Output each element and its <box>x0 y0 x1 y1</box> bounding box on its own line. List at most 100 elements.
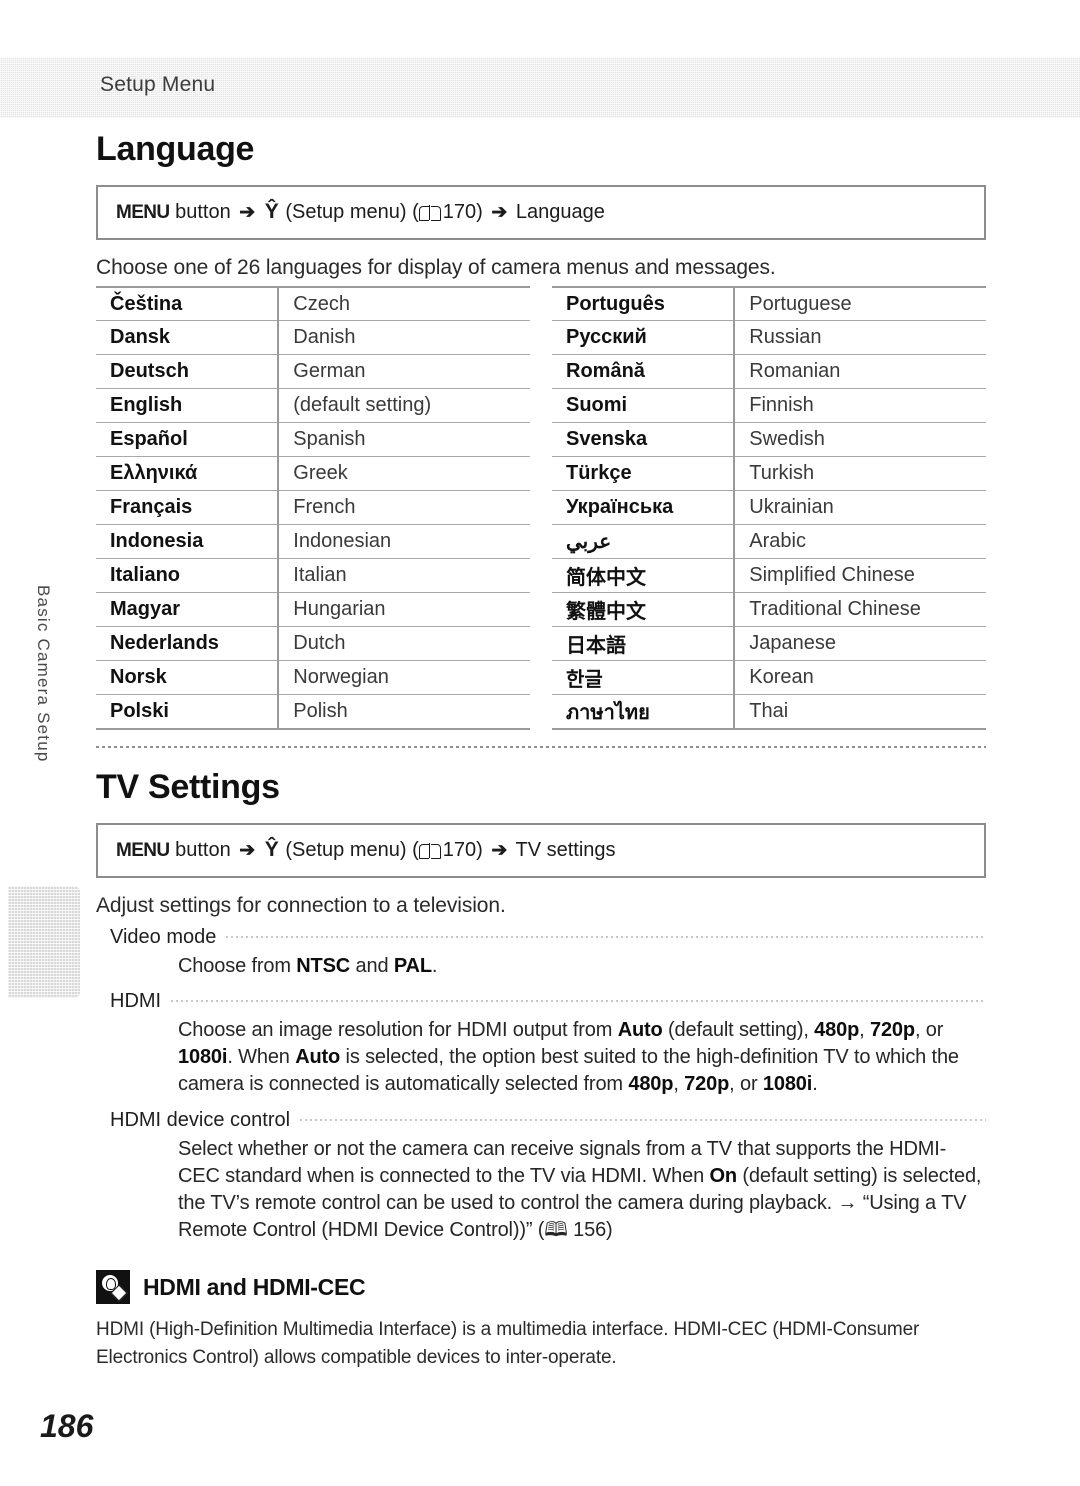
menu-path-tv-settings: MENU button ➔ Ŷ (Setup menu) (170) ➔ TV … <box>96 822 986 878</box>
language-table-right: Português Portuguese Русский Russian Română R… <box>552 285 986 730</box>
tv-setting-label-text: HDMI device control <box>110 1108 291 1131</box>
tv-setting-label: HDMI <box>110 990 986 1013</box>
table-row: Português Portuguese <box>552 286 986 322</box>
table-row: 简体中文 Simplified Chinese <box>552 558 986 594</box>
page-content: Language MENU button ➔ Ŷ (Setup menu) (1… <box>96 130 986 1371</box>
table-row: Українська Ukrainian <box>552 490 986 526</box>
tv-setting-label-text: HDMI <box>110 989 162 1012</box>
language-native-name: Português <box>552 286 736 322</box>
language-english-name: Italian <box>278 558 530 594</box>
language-native-name: English <box>96 388 280 424</box>
chapter-thumb-tab-label: Basic Camera Setup <box>34 585 53 763</box>
language-english-name: Traditional Chinese <box>734 592 986 628</box>
language-native-name: Polski <box>96 694 280 729</box>
language-english-name: Japanese <box>734 626 986 662</box>
language-native-name: 한글 <box>552 660 736 696</box>
language-english-name: Greek <box>278 456 530 492</box>
table-row: عربي Arabic <box>552 524 986 560</box>
table-row: 한글 Korean <box>552 660 986 696</box>
chapter-thumb-tab-marker <box>8 886 80 998</box>
table-row: Polski Polish <box>96 694 530 729</box>
table-row: English (default setting) <box>96 388 530 424</box>
tv-setting-label: Video mode <box>110 926 986 949</box>
language-english-name: Finnish <box>734 388 986 424</box>
table-row: Suomi Finnish <box>552 388 986 424</box>
language-english-name: Czech <box>278 286 530 322</box>
page-title-tv-settings: TV Settings <box>96 767 280 806</box>
language-native-name: Română <box>552 354 736 390</box>
arrow-right-icon-tv-2: ➔ <box>491 839 508 861</box>
page-number: 186 <box>40 1408 94 1444</box>
tv-setting-description: Choose an image resolution for HDMI outp… <box>178 1018 959 1096</box>
table-row: Indonesia Indonesian <box>96 524 530 560</box>
language-english-name: Turkish <box>734 456 986 492</box>
language-english-name: Romanian <box>734 354 986 390</box>
language-english-name: Hungarian <box>278 592 530 628</box>
language-native-name: Norsk <box>96 660 280 696</box>
language-english-name: Korean <box>734 660 986 696</box>
wrench-setup-icon-tv: Ŷ <box>264 837 279 861</box>
language-english-name: (default setting) <box>278 388 530 424</box>
language-english-name: French <box>278 490 530 526</box>
table-row: Deutsch German <box>96 354 530 390</box>
language-intro-text: Choose one of 26 languages for display o… <box>96 255 776 279</box>
language-native-name: Magyar <box>96 592 280 628</box>
menu-button-label: MENU <box>116 202 170 223</box>
language-english-name: Arabic <box>734 524 986 560</box>
menu-path-setup-menu-label-tv: (Setup menu) <box>285 838 407 861</box>
language-english-name: Simplified Chinese <box>734 558 986 594</box>
language-english-name: Portuguese <box>734 286 986 322</box>
menu-path-language: MENU button ➔ Ŷ (Setup menu) (170) ➔ Lan… <box>96 185 986 240</box>
table-row: Ελληνικά Greek <box>96 456 530 492</box>
table-row: Italiano Italian <box>96 558 530 594</box>
table-row: Nederlands Dutch <box>96 626 530 662</box>
tip-note-text: HDMI (High-Definition Multimedia Interfa… <box>96 1319 920 1368</box>
arrow-right-icon: ➔ <box>239 202 256 223</box>
language-native-name: Suomi <box>552 388 736 424</box>
tv-setting-label-text: Video mode <box>110 925 217 948</box>
language-english-name: German <box>278 354 530 390</box>
menu-path-page-ref: 170 <box>442 201 477 223</box>
language-native-name: Svenska <box>552 422 736 458</box>
table-row: Türkçe Turkish <box>552 456 986 492</box>
language-native-name: 繁體中文 <box>552 592 736 628</box>
open-book-icon-tv <box>418 842 441 859</box>
table-row: Français French <box>96 490 530 526</box>
language-native-name: Français <box>96 490 280 526</box>
leader-rule <box>171 1000 986 1003</box>
menu-path-button-word-tv: button <box>175 838 231 861</box>
tv-setting-label: HDMI device control <box>110 1109 986 1132</box>
language-native-name: 日本語 <box>552 626 736 662</box>
menu-path-page-ref-group: (170) <box>412 201 483 223</box>
tv-settings-intro-text: Adjust settings for connection to a tele… <box>96 893 506 917</box>
language-native-name: Italiano <box>96 558 280 594</box>
language-native-name: Nederlands <box>96 626 280 662</box>
tip-note-header: HDMI and HDMI-CEC <box>96 1270 986 1305</box>
table-row: Русский Russian <box>552 320 986 356</box>
language-native-name: Türkçe <box>552 456 736 492</box>
menu-path-destination-tv: TV settings <box>515 838 616 861</box>
menu-path-destination: Language <box>515 201 605 223</box>
table-row: 繁體中文 Traditional Chinese <box>552 592 986 628</box>
language-table-left: Čeština Czech Dansk Danish Deutsch German Engl… <box>96 285 530 730</box>
language-english-name: Norwegian <box>278 660 530 696</box>
language-native-name: عربي <box>552 524 736 560</box>
language-native-name: Dansk <box>96 320 280 356</box>
arrow-right-icon-tv: ➔ <box>239 839 256 861</box>
language-english-name: Polish <box>278 694 530 729</box>
page-title-language: Language <box>96 130 255 168</box>
leader-rule <box>300 1119 986 1122</box>
language-english-name: Danish <box>278 320 530 356</box>
menu-path-setup-menu-label: (Setup menu) <box>285 201 407 223</box>
leader-rule <box>226 936 986 939</box>
table-row: Čeština Czech <box>96 286 530 322</box>
language-english-name: Russian <box>734 320 986 356</box>
tv-settings-item-list: Video mode Choose from NTSC and PAL. HDMI C… <box>96 926 986 1245</box>
menu-path-button-word: button <box>175 201 231 223</box>
table-row: 日本語 Japanese <box>552 626 986 662</box>
language-english-name: Thai <box>734 694 986 729</box>
tv-setting-description: Choose from NTSC and PAL. <box>178 954 438 977</box>
language-native-name: Čeština <box>96 286 280 322</box>
tip-note-title: HDMI and HDMI-CEC <box>143 1273 366 1300</box>
language-native-name: Українська <box>552 490 736 526</box>
